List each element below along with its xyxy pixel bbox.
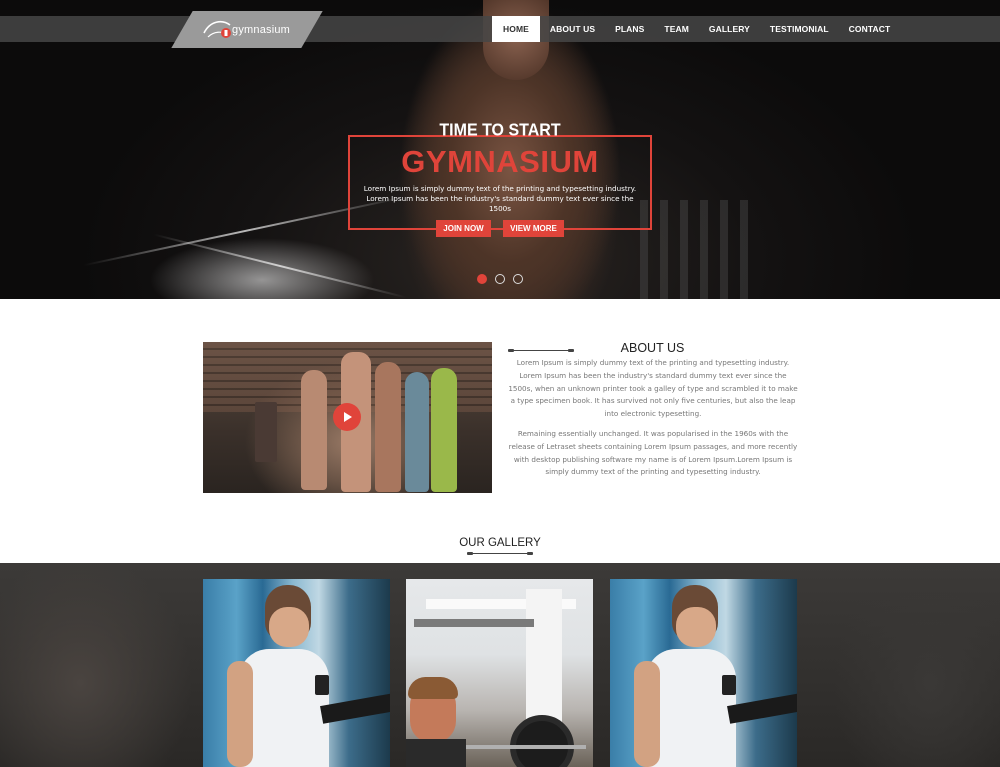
hero-description: Lorem Ipsum is simply dummy text of the … — [363, 184, 637, 213]
play-icon — [344, 412, 352, 422]
gallery-image-1[interactable] — [203, 579, 390, 767]
arm — [634, 661, 660, 767]
man-figure — [676, 607, 716, 647]
person-figure — [255, 402, 277, 462]
hero-title: GYMNASIUM — [401, 144, 599, 179]
gallery-image-2[interactable] — [406, 579, 593, 767]
dumbbell-logo-icon — [200, 17, 234, 43]
slider-dot-3[interactable] — [513, 274, 523, 284]
man-hair — [408, 677, 458, 699]
slider-dots — [477, 274, 523, 284]
phone — [722, 675, 736, 695]
light-streak — [153, 233, 407, 299]
barbell — [466, 745, 586, 749]
person-figure — [375, 362, 401, 492]
main-nav: HOME ABOUT US PLANS TEAM GALLERY TESTIMO… — [492, 16, 900, 42]
logo[interactable]: gymnasium — [200, 14, 300, 46]
divider-cap — [467, 552, 473, 555]
divider-cap — [508, 349, 514, 352]
arm — [227, 661, 253, 767]
dumbbell-rack-image — [640, 200, 760, 299]
hero-kicker-text: TIME TO START — [439, 121, 561, 140]
treadmill — [320, 692, 390, 724]
nav-testimonial[interactable]: TESTIMONIAL — [760, 16, 839, 42]
person-figure — [405, 372, 429, 492]
gallery-image-3[interactable] — [610, 579, 797, 767]
man-figure — [269, 607, 309, 647]
join-now-button[interactable]: JOIN NOW — [436, 220, 491, 237]
weight-plate — [510, 715, 574, 767]
nav-gallery[interactable]: GALLERY — [699, 16, 760, 42]
slider-dot-2[interactable] — [495, 274, 505, 284]
divider-cap — [527, 552, 533, 555]
about-paragraph-2: Remaining essentially unchanged. It was … — [508, 429, 798, 477]
logo-text: gymnasium — [232, 24, 291, 36]
nav-home[interactable]: HOME — [492, 16, 540, 42]
person-figure — [301, 370, 327, 490]
hero-kicker: TIME TO START — [348, 121, 652, 140]
treadmill — [727, 692, 797, 724]
man-body — [406, 739, 466, 767]
gallery-title: OUR GALLERY — [459, 537, 541, 549]
slider-dot-1[interactable] — [477, 274, 487, 284]
phone — [315, 675, 329, 695]
nav-plans[interactable]: PLANS — [605, 16, 654, 42]
nav-contact[interactable]: CONTACT — [839, 16, 901, 42]
person-figure — [431, 368, 457, 492]
play-button[interactable] — [333, 403, 361, 431]
view-more-button[interactable]: VIEW MORE — [503, 220, 564, 237]
gallery-divider — [467, 552, 533, 555]
about-title: ABOUT US — [620, 341, 685, 355]
nav-team[interactable]: TEAM — [654, 16, 698, 42]
nav-about-us[interactable]: ABOUT US — [540, 16, 605, 42]
divider-line — [471, 553, 529, 554]
about-paragraph-1: Lorem Ipsum is simply dummy text of the … — [508, 358, 798, 419]
bench — [414, 619, 534, 627]
